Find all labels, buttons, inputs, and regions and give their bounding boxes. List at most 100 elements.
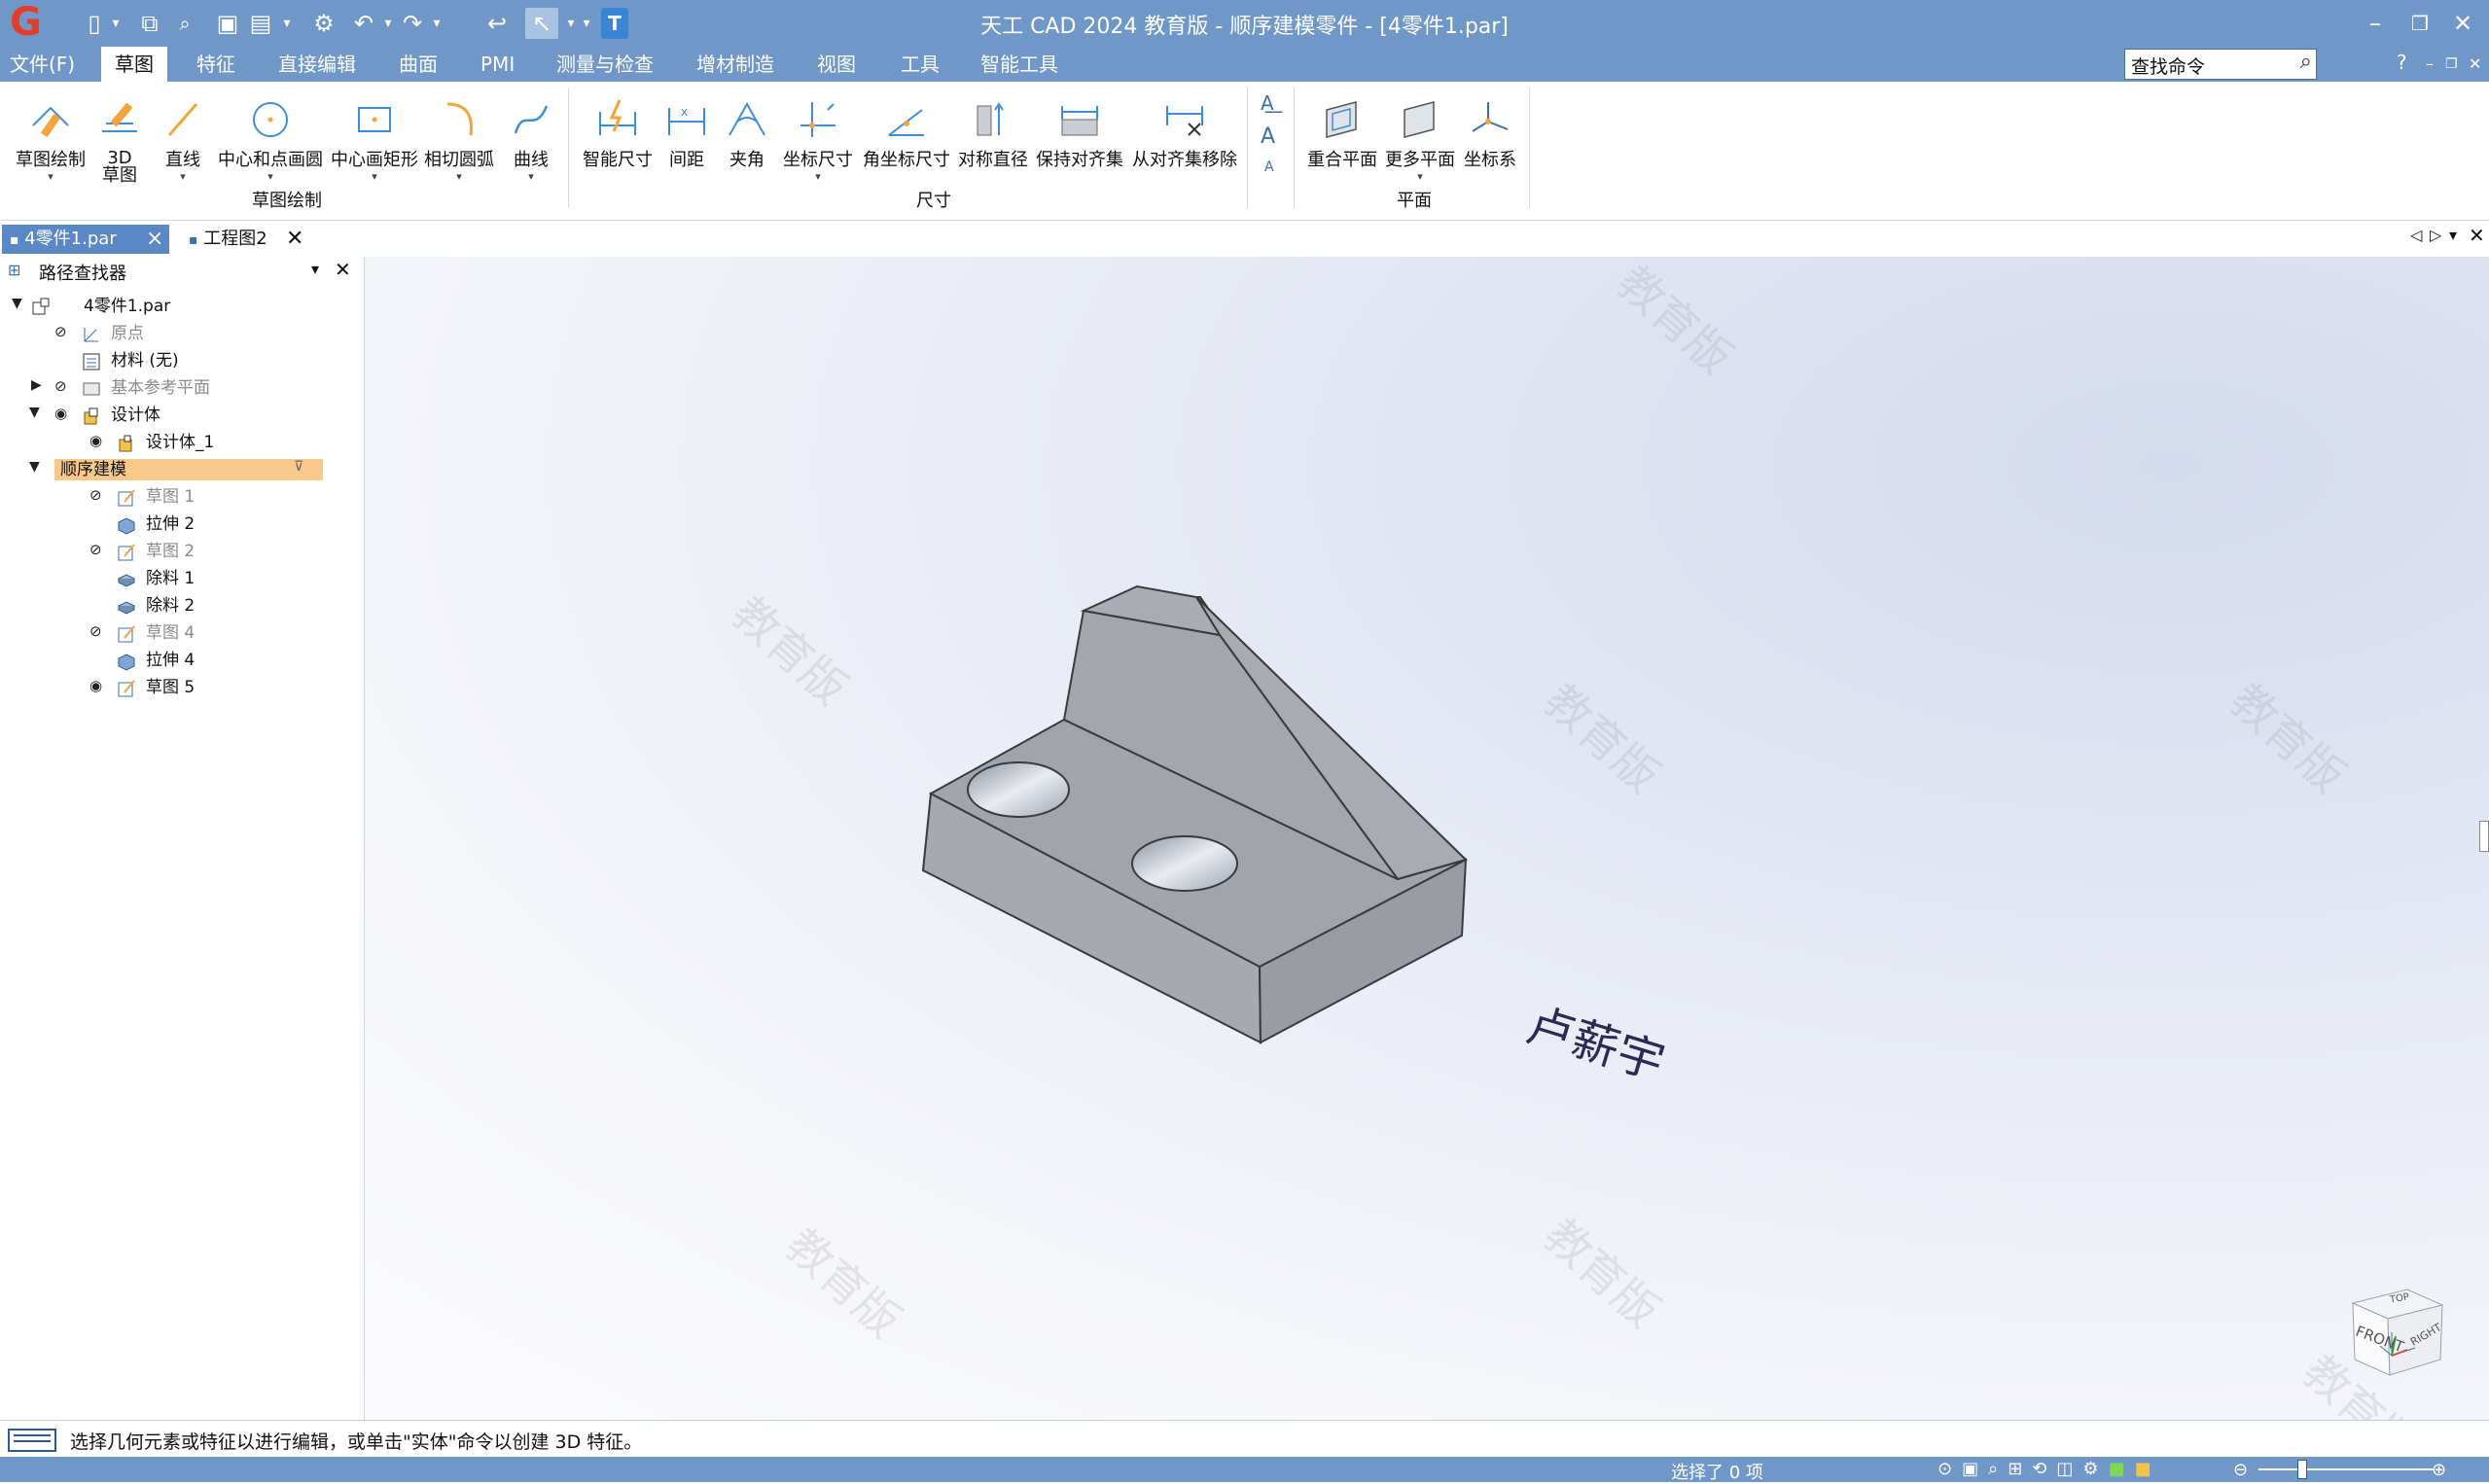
visible-eye-icon[interactable]: ◉: [54, 405, 67, 422]
angle-button[interactable]: 夹角: [722, 89, 772, 171]
tab-list-icon[interactable]: ▾: [2449, 226, 2457, 244]
menu-sketch[interactable]: 草图: [101, 47, 167, 82]
part-model[interactable]: [365, 257, 2489, 1420]
restore-icon[interactable]: ❐: [2400, 6, 2439, 41]
line-button[interactable]: 直线 ▾: [156, 89, 210, 183]
command-search[interactable]: 查找命令 ⌕: [2124, 49, 2317, 80]
decrease-font-icon[interactable]: A: [1264, 159, 1274, 175]
menu-additive[interactable]: 增材制造: [696, 47, 774, 82]
zoom-out-icon[interactable]: ⊖: [2233, 1460, 2248, 1480]
menu-tools[interactable]: 工具: [901, 47, 940, 82]
zoom-area-icon[interactable]: ⊙: [1938, 1459, 1952, 1479]
title-bar: G ▯ ▾ ⧉ ⌕ ▣ ▤ ▾ ⚙ ↶ ▾ ↷ ▾ ↩ ↖ ▾ ▾ T 天工 C…: [0, 0, 2489, 47]
tree-item-part[interactable]: 4零件1.par: [84, 294, 170, 319]
zoom-slider-thumb[interactable]: [2297, 1460, 2307, 1479]
3d-sketch-button[interactable]: 3D 草图: [93, 89, 146, 185]
menu-surface[interactable]: 曲面: [399, 47, 438, 82]
zoom-icon[interactable]: ⌕: [1988, 1459, 1998, 1479]
coincident-plane-button[interactable]: 重合平面: [1303, 89, 1381, 171]
minimize-icon[interactable]: –: [2356, 6, 2395, 41]
angular-coordinate-dimension-button[interactable]: 角坐标尺寸: [860, 89, 953, 171]
symmetric-diameter-button[interactable]: 对称直径: [957, 89, 1029, 171]
view-cube[interactable]: FRONT RIGHT TOP: [2339, 1268, 2456, 1385]
tree-item-ordered-modeling[interactable]: 顺序建模: [60, 457, 126, 482]
tree-item-sketch-1[interactable]: 草图 1: [146, 484, 195, 510]
pathfinder-options-icon[interactable]: ▾: [311, 260, 319, 278]
menu-measure[interactable]: 测量与检查: [556, 47, 654, 82]
curve-button[interactable]: 曲线 ▾: [502, 89, 560, 183]
hidden-eye-icon[interactable]: ⊘: [54, 377, 67, 395]
tree-item-design-body[interactable]: 设计体: [111, 403, 160, 428]
keep-alignment-set-button[interactable]: 保持对齐集: [1033, 89, 1126, 171]
pathfinder-close-icon[interactable]: ✕: [335, 258, 351, 281]
menu-features[interactable]: 特征: [196, 47, 235, 82]
tree-item-material[interactable]: 材料 (无): [111, 348, 179, 373]
menu-file[interactable]: 文件(F): [10, 47, 75, 82]
smart-dimension-button[interactable]: 智能尺寸: [580, 89, 656, 171]
3d-viewport[interactable]: 教育版 教育版 教育版 教育版 教育版 教育版 教育版 卢薪宇 FRONT RI…: [365, 257, 2489, 1420]
display-mode-icon[interactable]: ■: [2109, 1459, 2125, 1479]
tree-item-extrude-2[interactable]: 拉伸 2: [146, 512, 195, 537]
increase-font-icon[interactable]: A: [1261, 124, 1275, 149]
tree-item-cut-1[interactable]: 除料 1: [146, 566, 195, 591]
coordinate-dimension-button[interactable]: 坐标尺寸 ▾: [780, 89, 856, 183]
tangent-arc-button[interactable]: 相切圆弧 ▾: [424, 89, 494, 183]
more-planes-button[interactable]: 更多平面 ▾: [1383, 89, 1457, 183]
expand-toggle-icon[interactable]: ▶: [31, 377, 42, 393]
doc-close-icon[interactable]: ✕: [2469, 54, 2481, 73]
tree-item-sketch-2[interactable]: 草图 2: [146, 539, 195, 564]
menu-smart-tools[interactable]: 智能工具: [980, 47, 1058, 82]
tab-close-icon[interactable]: ×: [146, 225, 163, 254]
collapse-toggle-icon[interactable]: ▼: [29, 459, 40, 475]
tab-drawing[interactable]: ▪ 工程图2 ✕: [181, 225, 313, 254]
visible-eye-icon[interactable]: ◉: [89, 432, 102, 449]
help-icon[interactable]: ?: [2397, 51, 2407, 74]
close-window-icon[interactable]: ✕: [2443, 6, 2482, 41]
hidden-eye-icon[interactable]: ⊘: [89, 622, 102, 640]
tab-scroll-left-icon[interactable]: ◁: [2410, 226, 2422, 244]
tree-item-sketch-4[interactable]: 草图 4: [146, 620, 195, 646]
tab-close-icon[interactable]: ✕: [286, 225, 303, 254]
tab-part-file[interactable]: ▪ 4零件1.par ×: [2, 225, 169, 254]
sketch-draw-button[interactable]: 草图绘制 ▾: [10, 89, 91, 183]
tree-item-origin[interactable]: 原点: [111, 321, 144, 346]
pan-icon[interactable]: ⊞: [2008, 1459, 2022, 1479]
center-rectangle-button[interactable]: 中心画矩形 ▾: [329, 89, 420, 183]
zoom-slider[interactable]: [2258, 1468, 2434, 1470]
remove-from-alignment-set-button[interactable]: 从对齐集移除: [1130, 89, 1239, 171]
hidden-eye-icon[interactable]: ⊘: [89, 541, 102, 558]
menu-view[interactable]: 视图: [817, 47, 856, 82]
tabs-close-icon[interactable]: ✕: [2469, 224, 2485, 247]
visible-eye-icon[interactable]: ◉: [89, 677, 102, 694]
settings-icon[interactable]: ⚙: [2082, 1459, 2098, 1479]
menu-pmi[interactable]: PMI: [480, 47, 515, 82]
tree-item-cut-2[interactable]: 除料 2: [146, 593, 195, 618]
rotate-icon[interactable]: ⟲: [2032, 1459, 2046, 1479]
doc-restore-icon[interactable]: ❐: [2445, 56, 2458, 72]
tree-item-sketch-5[interactable]: 草图 5: [146, 675, 195, 700]
prompt-window-icon[interactable]: [8, 1429, 56, 1452]
circle-center-point-button[interactable]: 中心和点画圆 ▾: [216, 89, 325, 183]
hidden-eye-icon[interactable]: ⊘: [54, 323, 67, 340]
filter-icon[interactable]: ⊽: [294, 459, 303, 475]
menu-direct-edit[interactable]: 直接编辑: [278, 47, 356, 82]
color-icon[interactable]: ■: [2135, 1459, 2151, 1479]
collapse-toggle-icon[interactable]: ▼: [12, 296, 22, 311]
doc-minimize-icon[interactable]: –: [2426, 54, 2434, 73]
tab-scroll-right-icon[interactable]: ▷: [2430, 226, 2441, 244]
search-input[interactable]: 查找命令: [2131, 53, 2205, 79]
zoom-in-icon[interactable]: ⊕: [2432, 1460, 2446, 1480]
collapse-toggle-icon[interactable]: ▼: [29, 405, 40, 420]
hidden-eye-icon[interactable]: ⊘: [89, 486, 102, 504]
material-icon: [82, 352, 101, 371]
fit-icon[interactable]: ▣: [1962, 1459, 1978, 1479]
tree-item-body-1[interactable]: 设计体_1: [146, 430, 214, 455]
tree-item-extrude-4[interactable]: 拉伸 4: [146, 648, 195, 673]
search-icon[interactable]: ⌕: [2300, 50, 2312, 74]
side-panel-handle[interactable]: [2479, 821, 2489, 852]
tree-item-base-planes[interactable]: 基本参考平面: [111, 375, 210, 401]
distance-button[interactable]: x 间距: [661, 89, 712, 171]
coordinate-system-button[interactable]: 坐标系: [1461, 89, 1519, 171]
text-format-icon[interactable]: A͟: [1261, 91, 1274, 115]
view-orient-icon[interactable]: ◫: [2056, 1459, 2073, 1479]
